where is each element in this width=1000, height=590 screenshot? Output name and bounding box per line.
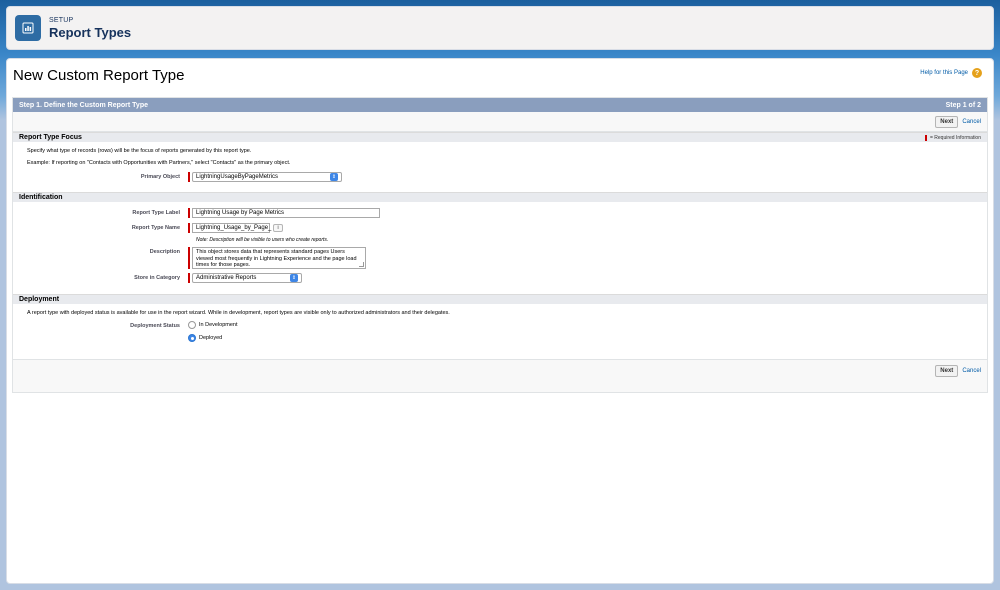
info-icon[interactable]: i	[273, 224, 283, 232]
focus-description: Specify what type of records (rows) will…	[27, 148, 252, 154]
radio-in-development-label[interactable]: In Development	[199, 322, 238, 328]
focus-section-header: Report Type Focus = Required Information	[13, 132, 987, 142]
radio-deployed[interactable]: Deployed	[188, 334, 238, 342]
primary-object-label: Primary Object	[140, 174, 180, 180]
step-header: Step 1. Define the Custom Report Type St…	[13, 98, 987, 112]
radio-deployed-label[interactable]: Deployed	[199, 335, 222, 341]
description-note: Note: Description will be visible to use…	[196, 237, 329, 243]
deployment-section-body: A report type with deployed status is av…	[13, 304, 987, 359]
resize-handle-icon[interactable]	[359, 262, 364, 267]
description-row: Description This object stores data that…	[13, 247, 987, 269]
category-select[interactable]: Administrative Reports ⇕	[192, 273, 302, 283]
required-marker	[188, 172, 190, 182]
primary-object-select[interactable]: LightningUsageByPageMetrics ⇕	[192, 172, 342, 182]
primary-object-value: LightningUsageByPageMetrics	[196, 174, 279, 180]
select-arrows-icon: ⇕	[290, 274, 298, 282]
category-label: Store in Category	[134, 275, 180, 281]
cancel-link-bottom[interactable]: Cancel	[962, 368, 981, 374]
report-type-name-label: Report Type Name	[131, 225, 180, 231]
required-marker	[188, 273, 190, 283]
category-row: Store in Category Administrative Reports…	[13, 273, 987, 283]
report-type-name-input[interactable]: Lightning_Usage_by_Page_	[192, 223, 271, 233]
identification-section-title: Identification	[19, 194, 63, 201]
focus-section-body: Specify what type of records (rows) will…	[13, 142, 987, 192]
description-textarea[interactable]: This object stores data that represents …	[192, 247, 366, 269]
deployment-status-row: Deployment Status In Development Deploye…	[13, 321, 987, 342]
setup-header: SETUP Report Types	[6, 6, 994, 50]
focus-section-title: Report Type Focus	[19, 134, 82, 141]
radio-in-development[interactable]: In Development	[188, 321, 238, 329]
report-type-name-row: Report Type Name Lightning_Usage_by_Page…	[13, 223, 987, 233]
deployment-section-title: Deployment	[19, 296, 60, 303]
category-value: Administrative Reports	[196, 275, 257, 281]
help-link[interactable]: Help for this Page ?	[920, 68, 982, 78]
setup-breadcrumb[interactable]: SETUP	[49, 17, 131, 24]
bottom-button-row: Next Cancel	[13, 359, 987, 381]
select-arrows-icon: ⇕	[330, 173, 338, 181]
next-button-top[interactable]: Next	[935, 115, 959, 128]
step-title: Step 1. Define the Custom Report Type	[19, 101, 148, 109]
step-panel: Step 1. Define the Custom Report Type St…	[12, 97, 988, 393]
required-marker	[188, 208, 190, 218]
deployment-section-header: Deployment	[13, 294, 987, 304]
step-indicator: Step 1 of 2	[945, 101, 981, 109]
radio-checked-icon[interactable]	[188, 334, 196, 342]
primary-object-row: Primary Object LightningUsageByPageMetri…	[13, 172, 987, 182]
help-icon[interactable]: ?	[972, 68, 982, 78]
description-value: This object stores data that represents …	[196, 249, 357, 268]
deployment-status-label: Deployment Status	[130, 323, 180, 329]
header-title: Report Types	[49, 24, 132, 40]
report-icon	[15, 15, 41, 41]
description-label: Description	[149, 249, 180, 255]
required-info-text: = Required Information	[929, 134, 981, 141]
main-content: New Custom Report Type Help for this Pag…	[6, 58, 994, 584]
radio-unchecked-icon[interactable]	[188, 321, 196, 329]
focus-example: Example: If reporting on "Contacts with …	[27, 160, 291, 166]
identification-section-body: Report Type Label Lightning Usage by Pag…	[13, 202, 987, 294]
required-marker	[924, 134, 927, 141]
required-marker	[188, 223, 190, 233]
help-link-label[interactable]: Help for this Page	[920, 70, 968, 76]
report-type-label-row: Report Type Label Lightning Usage by Pag…	[13, 208, 987, 218]
deployment-description: A report type with deployed status is av…	[27, 310, 450, 316]
top-button-row: Next Cancel	[13, 112, 987, 132]
required-info-legend: = Required Information	[924, 134, 981, 141]
cancel-link-top[interactable]: Cancel	[962, 119, 981, 125]
identification-section-header: Identification	[13, 192, 987, 202]
report-type-label-label: Report Type Label	[132, 210, 180, 216]
report-type-label-input[interactable]: Lightning Usage by Page Metrics	[192, 208, 380, 218]
required-marker	[188, 247, 190, 269]
page-title: New Custom Report Type	[13, 67, 185, 84]
next-button-bottom[interactable]: Next	[935, 364, 959, 377]
